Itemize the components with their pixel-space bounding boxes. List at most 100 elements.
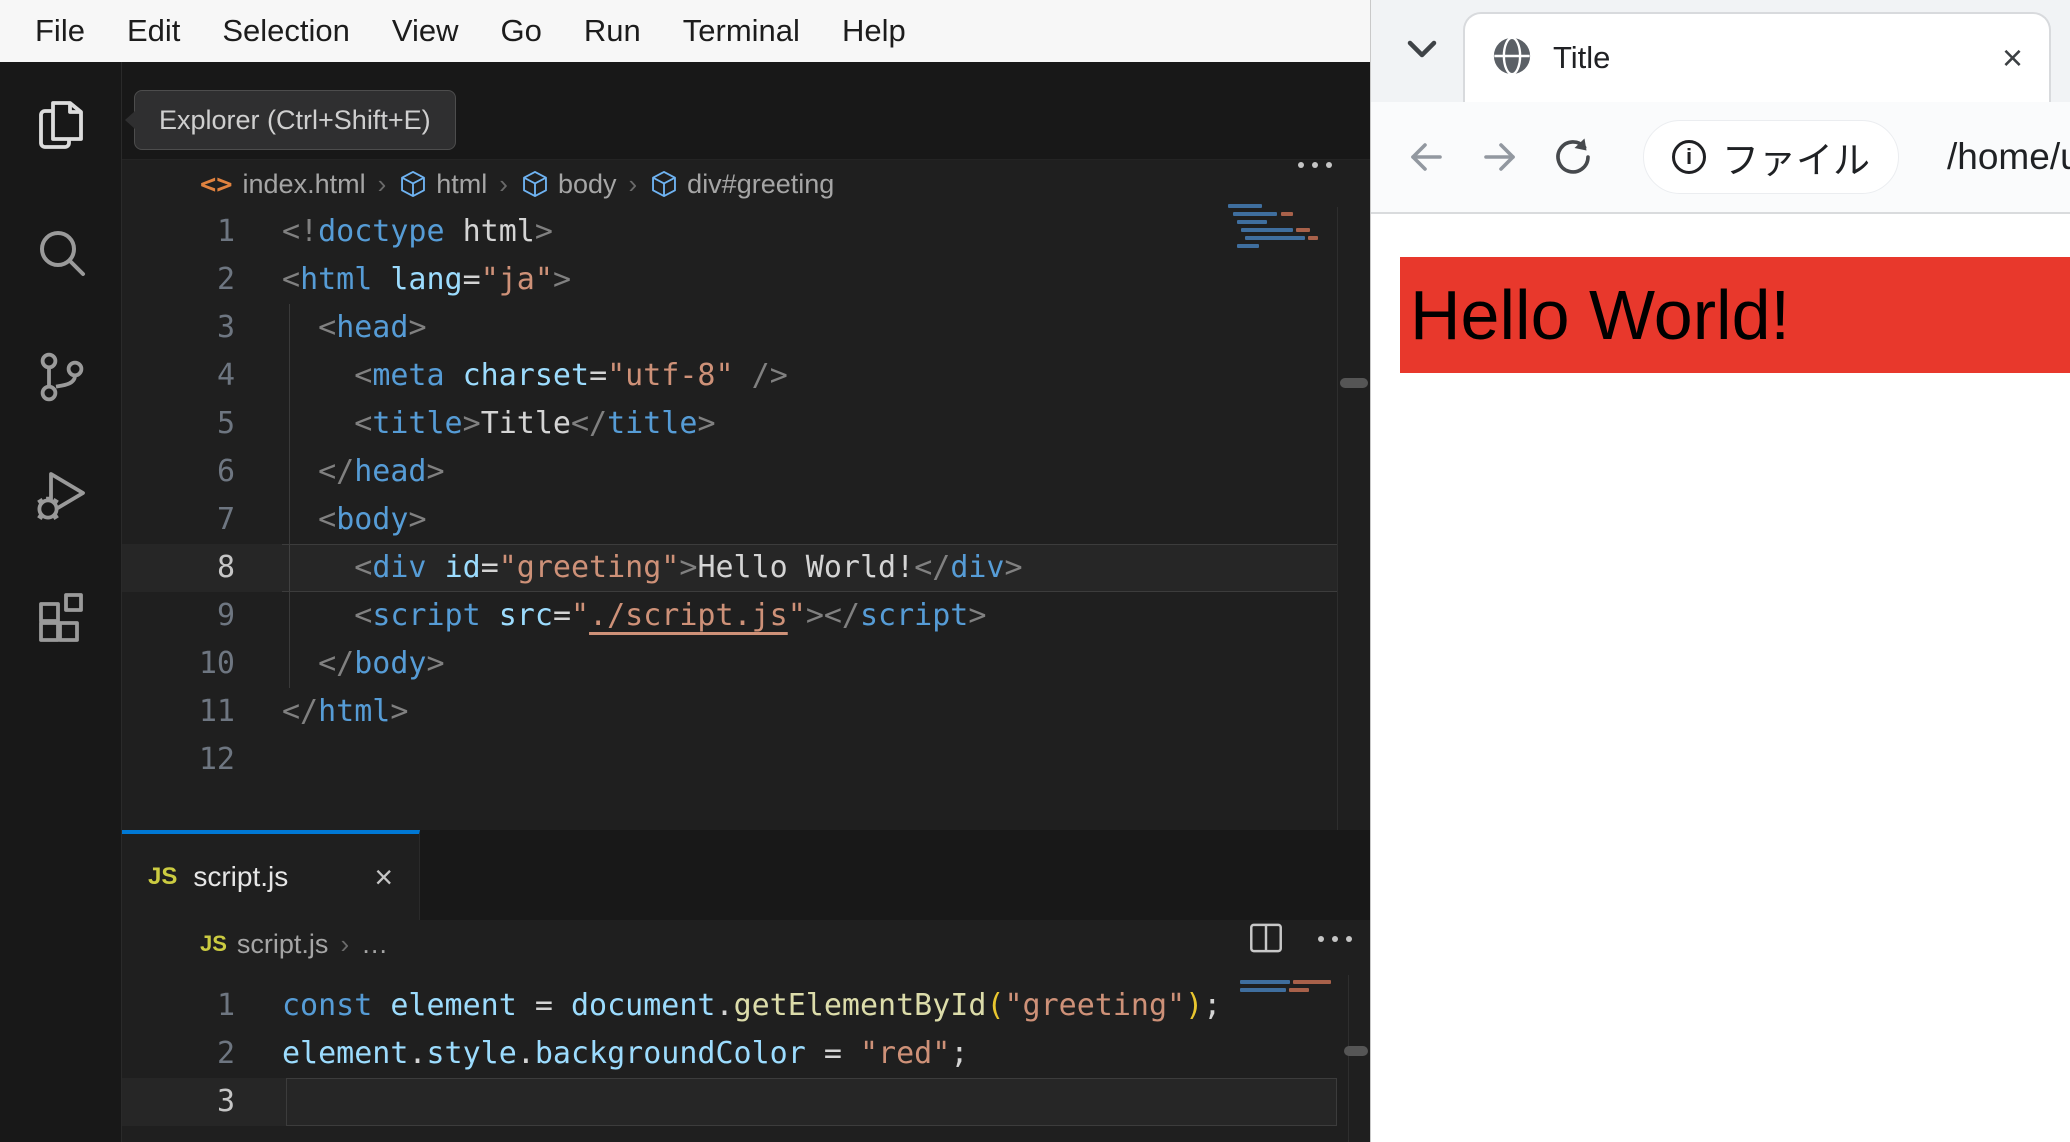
code-line-2[interactable]: 2 element.style.backgroundColor = "red"; (122, 1030, 1337, 1078)
code-text: <html lang="ja"> (282, 262, 571, 297)
menu-item-selection[interactable]: Selection (201, 13, 371, 49)
tab-search-chevron-icon[interactable] (1397, 24, 1447, 74)
menu-item-go[interactable]: Go (480, 13, 563, 49)
line-number: 7 (216, 502, 235, 537)
code-line-4[interactable]: 4 <meta charset="utf-8" /> (122, 352, 1337, 400)
menu-item-view[interactable]: View (371, 13, 480, 49)
code-line-8[interactable]: 8 <div id="greeting">Hello World!</div> (122, 544, 1337, 592)
vscode-window: <> index.html › html › body › div#greeti… (0, 62, 1370, 1142)
code-text: element.style.backgroundColor = "red"; (282, 1036, 969, 1071)
code-line-9[interactable]: 9 <script src="./script.js"></script> (122, 592, 1337, 640)
extensions-icon[interactable] (29, 582, 93, 646)
js-file-icon: JS (200, 931, 227, 956)
code-text: </html> (282, 694, 409, 729)
search-icon[interactable] (29, 222, 93, 286)
line-number: 5 (216, 406, 235, 441)
more-actions-icon[interactable] (1314, 936, 1356, 942)
code-text: </body> (318, 646, 445, 681)
menu-item-terminal[interactable]: Terminal (662, 13, 821, 49)
menu-item-run[interactable]: Run (563, 13, 662, 49)
line-number: 8 (216, 550, 235, 585)
code-line-10[interactable]: 10 </body> (122, 640, 1337, 688)
line-number: 3 (216, 1084, 235, 1119)
browser-toolbar: i ファイル /home/u (1371, 102, 2070, 214)
source-control-icon[interactable] (29, 345, 93, 409)
line-number: 12 (198, 742, 235, 777)
menu-item-edit[interactable]: Edit (106, 13, 201, 49)
line-number: 2 (216, 1036, 235, 1071)
address-bar-url[interactable]: /home/u (1947, 136, 2070, 178)
code-line-5[interactable]: 5 <title>Title</title> (122, 400, 1337, 448)
code-text: <body> (318, 502, 427, 537)
explorer-tooltip: Explorer (Ctrl+Shift+E) (125, 90, 456, 150)
code-line-2[interactable]: 2 <html lang="ja"> (122, 256, 1337, 304)
breadcrumb-separator: › (377, 168, 387, 199)
browser-tab-title: Title (1553, 40, 1611, 75)
code-area-html[interactable]: 1 <!doctype html> 2 <html lang="ja"> 3 <head… (122, 208, 1337, 784)
code-text: <!doctype html> (282, 214, 553, 249)
breadcrumb-file[interactable]: script.js (237, 929, 329, 960)
code-text: const element = document.getElementById(… (282, 988, 1222, 1023)
breadcrumb-separator: › (340, 928, 350, 959)
run-and-debug-icon[interactable] (29, 462, 93, 526)
globe-icon (1491, 35, 1533, 82)
code-area-js[interactable]: 1 const element = document.getElementById… (122, 982, 1337, 1126)
line-number: 2 (216, 262, 235, 297)
breadcrumb-html: <> index.html › html › body › div#greeti… (122, 160, 1300, 208)
forward-icon[interactable] (1477, 134, 1523, 180)
scrollbar-divider (1337, 207, 1338, 835)
line-number: 6 (216, 454, 235, 489)
back-icon[interactable] (1403, 134, 1449, 180)
code-text: <meta charset="utf-8" /> (354, 358, 788, 393)
menu-item-file[interactable]: File (14, 13, 106, 49)
line-number: 1 (216, 214, 235, 249)
breadcrumb-node-body[interactable]: body (520, 169, 617, 200)
html-file-icon: <> (200, 168, 233, 200)
menu-item-help[interactable]: Help (821, 13, 927, 49)
code-line-1[interactable]: 1 const element = document.getElementById… (122, 982, 1337, 1030)
reload-icon[interactable] (1551, 135, 1595, 179)
code-line-7[interactable]: 7 <body> (122, 496, 1337, 544)
scrollbar-divider (1348, 975, 1349, 1142)
code-line-11[interactable]: 11 </html> (122, 688, 1337, 736)
site-info-chip[interactable]: i ファイル (1643, 120, 1899, 194)
browser-tab[interactable]: Title × (1463, 12, 2051, 102)
greeting-div: Hello World! (1400, 257, 2070, 373)
code-text: <head> (318, 310, 427, 345)
code-line-12[interactable]: 12 (122, 736, 1337, 784)
close-tab-icon[interactable]: × (374, 861, 393, 893)
screen: File Edit Selection View Go Run Terminal Help (0, 0, 2070, 1142)
line-number: 9 (216, 598, 235, 633)
scrollbar-thumb[interactable] (1344, 1046, 1368, 1056)
info-icon: i (1672, 140, 1706, 174)
code-line-3[interactable]: 3 (122, 1078, 1337, 1126)
code-line-6[interactable]: 6 </head> (122, 448, 1337, 496)
code-text: <div id="greeting">Hello World!</div> (354, 550, 1023, 585)
breadcrumb-separator: › (499, 168, 508, 199)
line-number: 11 (198, 694, 235, 729)
code-line-3[interactable]: 3 <head> (122, 304, 1337, 352)
breadcrumb-node-div[interactable]: div#greeting (649, 169, 834, 200)
explorer-icon[interactable] (29, 93, 93, 157)
symbol-cube-icon (520, 169, 550, 199)
line-number: 10 (198, 646, 235, 681)
line-number: 3 (216, 310, 235, 345)
browser-window: Title × i ファイル /home/u Hello World! (1370, 0, 2070, 1142)
code-line-1[interactable]: 1 <!doctype html> (122, 208, 1337, 256)
breadcrumb-js: JS script.js › … (122, 920, 1300, 968)
symbol-cube-icon (649, 169, 679, 199)
breadcrumb-rest[interactable]: … (361, 929, 388, 960)
scheme-chip-label: ファイル (1722, 140, 1870, 181)
close-tab-icon[interactable]: × (2002, 40, 2023, 76)
breadcrumb-file[interactable]: index.html (243, 169, 366, 200)
symbol-cube-icon (398, 169, 428, 199)
line-number: 4 (216, 358, 235, 393)
js-file-icon: JS (148, 863, 178, 890)
line-number: 1 (216, 988, 235, 1023)
tab-label: script.js (193, 861, 289, 892)
code-text: <title>Title</title> (354, 406, 716, 441)
tab-script-js[interactable]: JS script.js × (122, 830, 420, 920)
breadcrumb-node-html[interactable]: html (398, 169, 487, 200)
scrollbar-thumb[interactable] (1340, 378, 1368, 388)
more-actions-icon[interactable] (1294, 162, 1336, 168)
